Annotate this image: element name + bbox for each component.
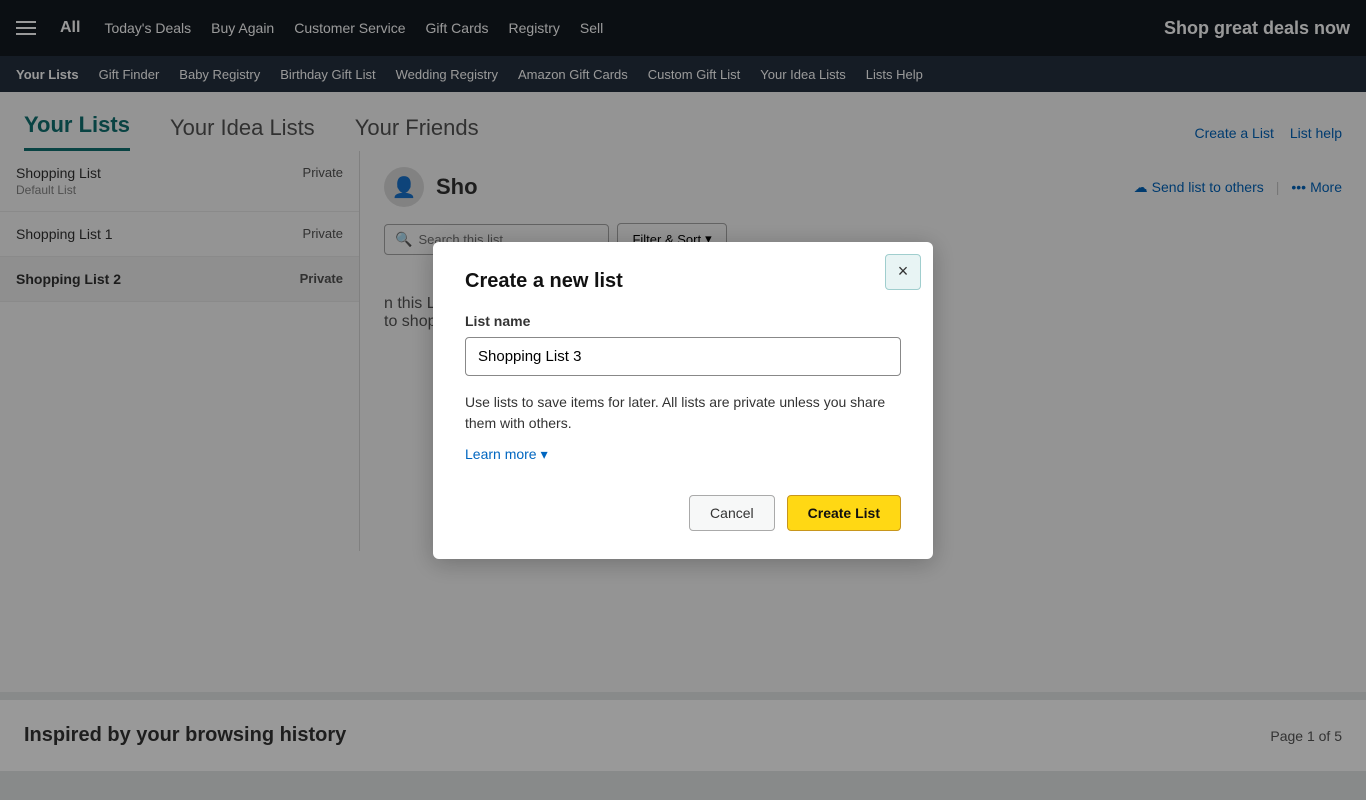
list-name-label: List name — [465, 313, 901, 329]
learn-more-link[interactable]: Learn more ▾ — [465, 446, 548, 463]
modal-overlay[interactable]: × Create a new list List name Use lists … — [0, 0, 1366, 800]
modal-title: Create a new list — [465, 270, 901, 293]
modal-close-button[interactable]: × — [885, 254, 921, 290]
create-list-button[interactable]: Create List — [787, 495, 901, 531]
chevron-down-icon: ▾ — [541, 446, 548, 463]
modal-description: Use lists to save items for later. All l… — [465, 392, 901, 434]
create-list-modal: × Create a new list List name Use lists … — [433, 242, 933, 559]
modal-footer: Cancel Create List — [465, 495, 901, 531]
cancel-button[interactable]: Cancel — [689, 495, 775, 531]
list-name-input[interactable] — [465, 337, 901, 376]
learn-more-label: Learn more — [465, 446, 537, 462]
